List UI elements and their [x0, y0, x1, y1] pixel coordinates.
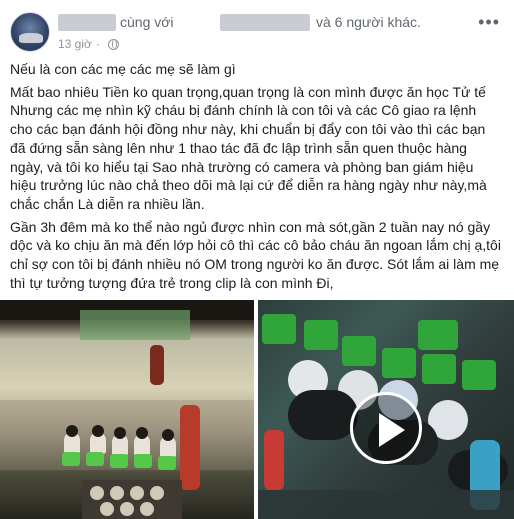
post-line: đã đứng sẵn sàng lên như 1 thao tác đã đ… [10, 139, 467, 156]
globe-icon [107, 38, 119, 50]
post-line: Mất bao nhiêu Tiền ko quan trọng,quan tr… [10, 83, 486, 100]
tagged-name-redacted[interactable] [220, 14, 310, 31]
others-link[interactable]: và 6 người khác. [316, 14, 421, 30]
post-line: Gần 3h đêm mà ko thể nào ngủ được nhìn c… [10, 218, 491, 235]
post-meta: 13 giờ · [58, 37, 119, 51]
with-text: cùng với [120, 14, 174, 30]
more-icon[interactable]: ••• [478, 12, 500, 33]
post-line: ngày, và tôi ko hiểu tại Sao nhà trường … [10, 158, 474, 175]
classroom-photo[interactable] [0, 300, 254, 519]
post-timestamp[interactable]: 13 giờ [58, 37, 92, 51]
post-text: Nếu là con các mẹ các mẹ sẽ làm gì Mất b… [10, 60, 506, 296]
post-line: cho các bạn đánh hội đồng như này, khi c… [10, 121, 486, 138]
post-line: Nếu là con các mẹ các mẹ sẽ làm gì [10, 61, 236, 77]
post-line: dộc và ko chịu ăn mà đến lớp hỏi cô thì … [10, 237, 501, 254]
post-media [0, 300, 514, 519]
post-line: chắc chắn Là diễn ra nhiều lần. [10, 195, 205, 212]
play-icon [379, 413, 405, 447]
avatar[interactable] [10, 12, 50, 52]
post-line: chỉ sợ con tôi bị đánh nhiều nó OM trong… [10, 256, 500, 273]
post-line: thì tự tưởng tượng đứa trẻ trong clip là… [10, 274, 334, 291]
play-button[interactable] [350, 392, 422, 464]
post-line: Nhưng các mẹ nhìn kỹ cháu bị đánh chính … [10, 102, 477, 119]
author-name-redacted[interactable] [58, 14, 116, 31]
facebook-post: cùng với và 6 người khác. 13 giờ · ••• N… [0, 0, 514, 519]
post-line: hiệu trưởng lúc nào chả theo dõi mà lại … [10, 177, 487, 194]
